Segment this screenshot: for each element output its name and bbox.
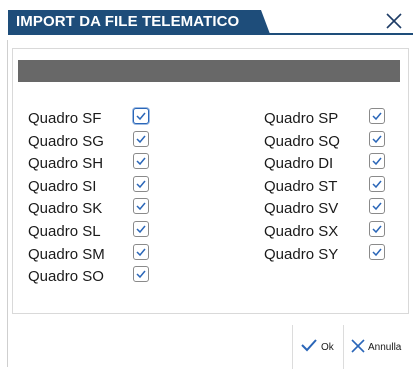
title-underline [8, 33, 413, 35]
checkmark-icon [372, 225, 382, 234]
checkbox-item: Quadro SP [264, 108, 413, 130]
import-dialog: IMPORT DA FILE TELEMATICO Quadro SF Quadr… [0, 0, 413, 369]
checkbox-item: Quadro SQ [264, 130, 413, 153]
checkmark-icon [136, 225, 146, 234]
checkbox-item: Quadro SH [28, 153, 178, 175]
checkbox[interactable] [133, 153, 149, 170]
checkmark-icon [136, 202, 146, 211]
checkbox[interactable] [133, 266, 149, 283]
close-button[interactable] [382, 9, 406, 33]
checkbox[interactable] [133, 198, 149, 215]
checkbox[interactable] [369, 243, 385, 260]
checkmark-icon [372, 202, 382, 211]
checkbox-label: Quadro SH [28, 155, 104, 173]
checkbox-item: Quadro SL [28, 221, 178, 243]
checkmark-icon [372, 112, 382, 121]
checkbox-item: Quadro DI [264, 153, 413, 175]
checkbox[interactable] [369, 175, 385, 192]
progress-bar [18, 60, 400, 82]
checkbox-label: Quadro SO [28, 268, 104, 286]
checkbox-label: Quadro SM [28, 245, 105, 263]
footer-separator [292, 325, 293, 369]
checkbox-item: Quadro SF [28, 108, 178, 130]
x-icon [351, 339, 365, 353]
checkbox-item: Quadro SY [264, 243, 413, 266]
checkbox-label: Quadro SI [28, 177, 97, 195]
checkbox[interactable] [133, 108, 149, 124]
checkbox-label: Quadro SX [264, 223, 339, 240]
checkbox[interactable] [369, 108, 385, 124]
checkbox-item: Quadro SG [28, 130, 178, 153]
checkbox-item: Quadro SV [264, 198, 413, 220]
checkmark-icon [136, 112, 146, 121]
checkbox-label: Quadro ST [264, 177, 338, 195]
checkbox-item: Quadro SK [28, 198, 178, 220]
checkbox[interactable] [133, 175, 149, 192]
footer-separator [343, 325, 344, 369]
dialog-title: IMPORT DA FILE TELEMATICO [16, 13, 240, 30]
ok-button-label: Ok [321, 342, 334, 353]
checkbox[interactable] [133, 243, 149, 260]
checkmark-icon [372, 135, 382, 143]
checkbox-item: Quadro ST [264, 175, 413, 198]
dialog-left-border [7, 40, 8, 367]
checkbox[interactable] [369, 198, 385, 215]
checkbox-label: Quadro SK [28, 200, 103, 218]
cancel-button[interactable]: Annulla [348, 332, 413, 362]
ok-button[interactable]: Ok [298, 332, 340, 362]
checkmark-icon [136, 180, 146, 188]
checkbox[interactable] [133, 130, 149, 147]
close-icon [386, 13, 402, 29]
checkbox-label: Quadro SY [264, 245, 339, 263]
checkbox-item: Quadro SO [28, 266, 178, 288]
checkmark-icon [372, 248, 382, 256]
checkbox[interactable] [369, 153, 385, 170]
checkbox-label: Quadro SV [264, 200, 339, 218]
checkbox[interactable] [369, 221, 385, 237]
checkmark-icon [372, 157, 382, 166]
checkmark-icon [136, 248, 146, 256]
checkbox-label: Quadro SQ [264, 132, 340, 150]
checkmark-icon [372, 180, 382, 188]
checkbox-label: Quadro SP [264, 110, 339, 127]
checkmark-icon [136, 135, 146, 143]
checkmark-icon [136, 270, 146, 279]
checkbox-item: Quadro SI [28, 175, 178, 198]
checkbox-item: Quadro SM [28, 243, 178, 266]
checkbox[interactable] [369, 130, 385, 147]
checkmark-icon [136, 157, 146, 166]
checkbox[interactable] [133, 221, 149, 237]
checkbox-label: Quadro SG [28, 132, 104, 150]
checkbox-item: Quadro SX [264, 221, 413, 243]
checkbox-label: Quadro SL [28, 223, 101, 240]
checkbox-label: Quadro DI [264, 155, 334, 173]
checkmark-icon [301, 339, 317, 352]
checkbox-label: Quadro SF [28, 110, 102, 127]
cancel-button-label: Annulla [368, 342, 402, 353]
